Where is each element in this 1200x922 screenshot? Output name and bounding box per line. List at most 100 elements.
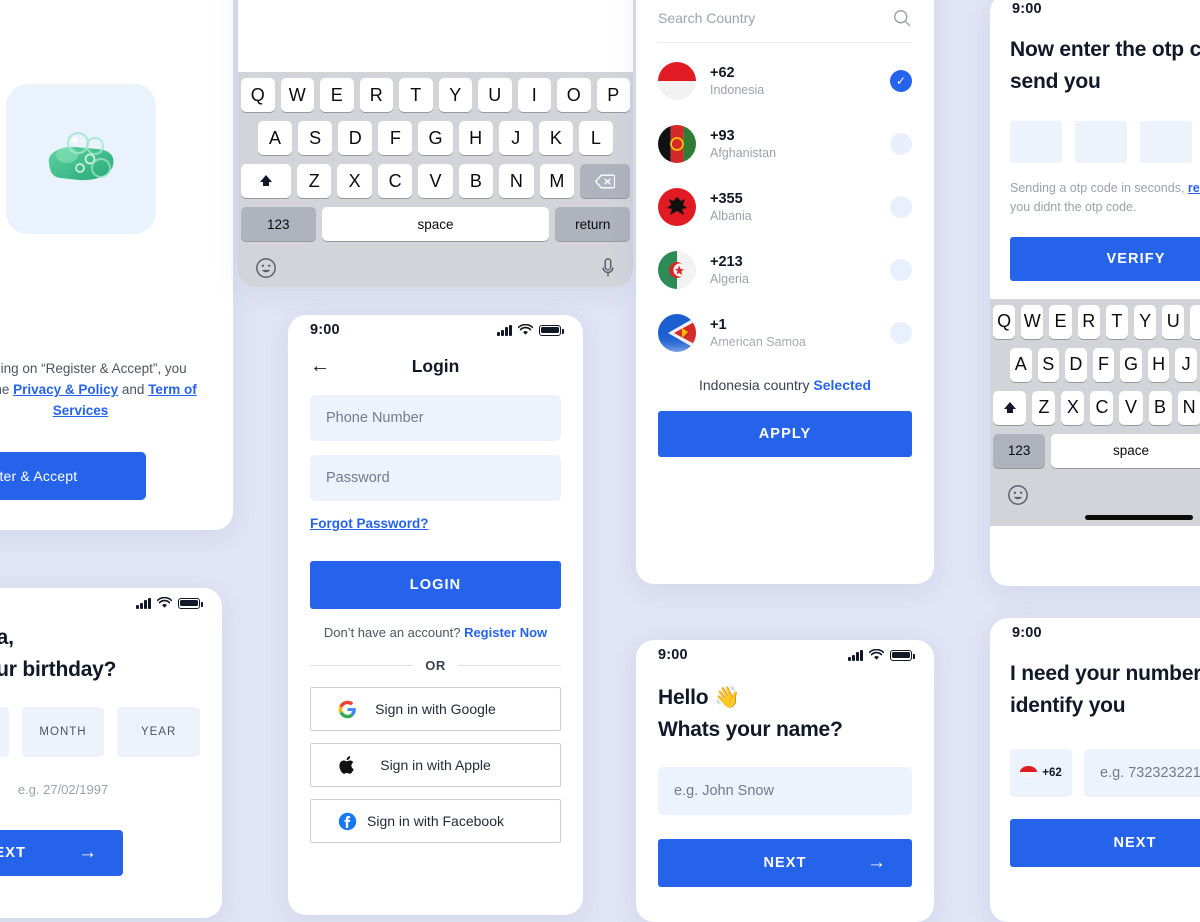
- country-row-indonesia[interactable]: +62 Indonesia ✓: [658, 49, 912, 112]
- sign-in-google-button[interactable]: Sign in with Google: [310, 687, 561, 731]
- sign-in-facebook-button[interactable]: Sign in with Facebook: [310, 799, 561, 843]
- key-x[interactable]: X: [337, 164, 372, 198]
- phone-number-input[interactable]: Phone Number: [310, 395, 561, 441]
- status-bar: 9:00: [0, 588, 222, 618]
- key-s[interactable]: S: [1037, 347, 1060, 382]
- country-radio[interactable]: [890, 258, 912, 281]
- shift-key[interactable]: [993, 390, 1027, 425]
- year-input[interactable]: YEAR: [117, 707, 201, 757]
- key-d[interactable]: D: [338, 121, 373, 155]
- forgot-password-link[interactable]: Forgot Password?: [310, 516, 429, 531]
- numbers-key[interactable]: 123: [993, 433, 1046, 468]
- key-l[interactable]: L: [578, 121, 613, 155]
- login-button[interactable]: LOGIN: [310, 561, 561, 609]
- space-key[interactable]: space: [1051, 433, 1200, 468]
- key-g[interactable]: G: [418, 121, 453, 155]
- status-icons: [136, 597, 203, 609]
- key-z[interactable]: Z: [1032, 390, 1056, 425]
- key-c[interactable]: C: [377, 164, 413, 198]
- country-row-albania[interactable]: +355 Albania: [658, 175, 912, 238]
- number-next-button[interactable]: NEXT: [1010, 819, 1200, 867]
- key-j[interactable]: J: [498, 121, 533, 155]
- key-x[interactable]: X: [1061, 390, 1085, 425]
- key-a[interactable]: A: [1009, 347, 1032, 382]
- key-k[interactable]: K: [538, 121, 573, 155]
- numbers-key[interactable]: 123: [241, 207, 316, 241]
- key-i[interactable]: I: [1190, 304, 1200, 339]
- register-now-link[interactable]: Register Now: [464, 625, 547, 640]
- day-input[interactable]: AY: [0, 707, 9, 757]
- key-j[interactable]: J: [1175, 347, 1197, 382]
- country-search-bar[interactable]: Search Country: [658, 8, 912, 43]
- key-v[interactable]: V: [1119, 390, 1143, 425]
- country-row-algeria[interactable]: +213 Algeria: [658, 238, 912, 301]
- key-t[interactable]: T: [399, 78, 433, 112]
- name-next-button[interactable]: NEXT →: [658, 839, 912, 887]
- key-q[interactable]: Q: [241, 78, 275, 112]
- key-h[interactable]: H: [1147, 347, 1170, 382]
- key-y[interactable]: Y: [438, 78, 472, 112]
- verify-button[interactable]: VERIFY: [1010, 236, 1200, 281]
- key-s[interactable]: S: [298, 121, 333, 155]
- key-c[interactable]: C: [1090, 390, 1114, 425]
- key-v[interactable]: V: [418, 164, 453, 198]
- key-e[interactable]: E: [1049, 304, 1072, 339]
- key-t[interactable]: T: [1105, 304, 1128, 339]
- country-row-afghanistan[interactable]: +93 Afghanistan: [658, 112, 912, 175]
- sign-in-apple-button[interactable]: Sign in with Apple: [310, 743, 561, 787]
- otp-digit-3[interactable]: [1140, 121, 1192, 163]
- key-y[interactable]: Y: [1134, 304, 1157, 339]
- backspace-key[interactable]: [580, 164, 630, 198]
- key-u[interactable]: U: [1162, 304, 1185, 339]
- name-input[interactable]: e.g. John Snow: [658, 767, 912, 815]
- emoji-smiley-icon[interactable]: [1007, 484, 1029, 506]
- emoji-smiley-icon[interactable]: [255, 257, 277, 279]
- key-p[interactable]: P: [596, 78, 630, 112]
- key-r[interactable]: R: [1077, 304, 1100, 339]
- microphone-icon[interactable]: [600, 257, 616, 279]
- month-input[interactable]: MONTH: [21, 707, 105, 757]
- key-i[interactable]: I: [517, 78, 551, 112]
- key-z[interactable]: Z: [296, 164, 332, 198]
- return-key[interactable]: return: [555, 207, 630, 241]
- space-key[interactable]: space: [321, 207, 550, 241]
- resend-link[interactable]: res: [1188, 181, 1200, 195]
- key-n[interactable]: N: [1177, 390, 1200, 425]
- key-e[interactable]: E: [320, 78, 354, 112]
- privacy-policy-link[interactable]: Privacy & Policy: [13, 382, 118, 397]
- country-radio[interactable]: [890, 321, 912, 344]
- key-m[interactable]: M: [539, 164, 575, 198]
- search-icon[interactable]: [892, 8, 912, 28]
- register-accept-button[interactable]: Register & Accept: [0, 452, 146, 500]
- country-radio-selected[interactable]: ✓: [890, 69, 912, 92]
- otp-digit-1[interactable]: [1010, 121, 1062, 163]
- phone-input[interactable]: e.g. 732323221: [1084, 749, 1200, 797]
- otp-input-group[interactable]: [1010, 121, 1200, 163]
- key-o[interactable]: O: [557, 78, 591, 112]
- otp-digit-2[interactable]: [1075, 121, 1127, 163]
- birthday-next-button[interactable]: NEXT →: [0, 830, 123, 876]
- key-f[interactable]: F: [1092, 347, 1115, 382]
- country-radio[interactable]: [890, 195, 912, 218]
- key-h[interactable]: H: [458, 121, 493, 155]
- password-input[interactable]: Password: [310, 455, 561, 501]
- country-list[interactable]: +62 Indonesia ✓ +93 Afghanistan +355 Alb…: [636, 43, 934, 361]
- key-w[interactable]: W: [280, 78, 314, 112]
- shift-key[interactable]: [241, 164, 291, 198]
- country-radio[interactable]: [890, 132, 912, 155]
- key-r[interactable]: R: [359, 78, 393, 112]
- country-code-selector[interactable]: +62: [1010, 749, 1072, 797]
- key-a[interactable]: A: [258, 121, 293, 155]
- key-g[interactable]: G: [1120, 347, 1142, 382]
- key-w[interactable]: W: [1021, 304, 1044, 339]
- search-input[interactable]: Search Country: [658, 10, 755, 26]
- key-u[interactable]: U: [478, 78, 512, 112]
- key-b[interactable]: B: [1148, 390, 1172, 425]
- apply-button[interactable]: APPLY: [658, 411, 912, 457]
- key-d[interactable]: D: [1065, 347, 1087, 382]
- key-n[interactable]: N: [499, 164, 534, 198]
- key-q[interactable]: Q: [992, 304, 1016, 339]
- key-b[interactable]: B: [458, 164, 494, 198]
- key-f[interactable]: F: [378, 121, 413, 155]
- country-row-american-samoa[interactable]: +1 American Samoa: [658, 301, 912, 361]
